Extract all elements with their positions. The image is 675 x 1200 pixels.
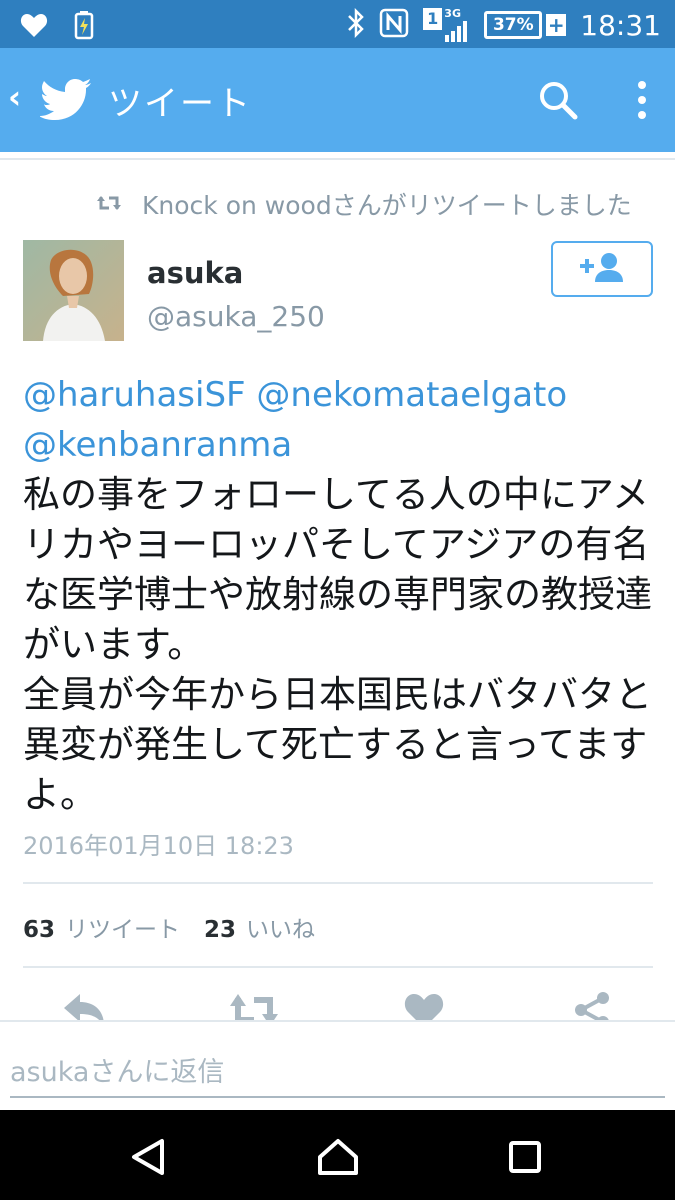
reply-icon[interactable] xyxy=(62,990,106,1020)
battery-level: 37% xyxy=(484,11,543,39)
reply-input[interactable] xyxy=(10,1048,665,1098)
overflow-menu-icon[interactable] xyxy=(636,80,648,124)
avatar[interactable] xyxy=(23,240,124,341)
retweet-context[interactable]: Knock on woodさんがリツイートしました xyxy=(96,186,632,222)
battery-charging-icon xyxy=(74,10,94,44)
tweet-actions xyxy=(0,990,675,1020)
like-count[interactable]: 23 xyxy=(204,917,236,943)
tweet-mentions[interactable]: @haruhasiSF @nekomataelgato @kenbanranma xyxy=(23,370,653,470)
signal-icon xyxy=(445,21,468,42)
tweet-timestamp: 2016年01月10日 18:23 xyxy=(23,832,294,860)
divider xyxy=(23,966,653,968)
author-handle[interactable]: @asuka_250 xyxy=(147,300,325,333)
retweet-context-text: Knock on woodさんがリツイートしました xyxy=(142,191,632,220)
recents-nav-icon[interactable] xyxy=(500,1132,550,1182)
clock: 18:31 xyxy=(580,8,661,42)
like-label[interactable]: いいね xyxy=(246,910,315,944)
retweet-action-icon[interactable] xyxy=(228,990,280,1020)
author-name[interactable]: asuka xyxy=(147,256,243,290)
search-icon[interactable] xyxy=(538,80,578,124)
retweet-icon xyxy=(96,190,122,219)
tweet-stats: 63 リツイート 23 いいね xyxy=(23,910,339,944)
bluetooth-icon xyxy=(347,7,365,42)
follow-button[interactable] xyxy=(551,241,653,297)
twitter-bird-icon[interactable] xyxy=(39,78,92,124)
nfc-icon xyxy=(379,8,409,42)
sim-slot-badge: 1 xyxy=(423,8,443,30)
screen-title: ツイート xyxy=(108,84,252,124)
charging-plus-icon: + xyxy=(546,13,567,37)
divider xyxy=(0,158,675,160)
app-bar: ‹ ツイート xyxy=(0,48,675,152)
divider xyxy=(23,882,653,884)
reply-composer xyxy=(0,1020,675,1110)
home-nav-icon[interactable] xyxy=(313,1132,363,1182)
heart-icon xyxy=(20,12,48,42)
tweet-text: 私の事をフォローしてる人の中にアメリカやヨーロッパそしてアジアの有名な医学博士や… xyxy=(23,473,652,816)
add-user-icon xyxy=(578,251,626,287)
back-icon[interactable]: ‹ xyxy=(8,78,21,116)
retweet-count[interactable]: 63 xyxy=(23,917,55,943)
navigation-bar xyxy=(0,1110,675,1200)
status-bar: 1 3G 37% + 18:31 xyxy=(0,0,675,48)
like-icon[interactable] xyxy=(404,990,444,1020)
retweet-label[interactable]: リツイート xyxy=(65,910,180,944)
battery-indicator: 37% + xyxy=(484,11,567,39)
sim-icon: 1 3G xyxy=(423,8,470,42)
network-type: 3G xyxy=(444,7,461,20)
back-nav-icon[interactable] xyxy=(124,1132,174,1182)
share-icon[interactable] xyxy=(572,990,612,1020)
